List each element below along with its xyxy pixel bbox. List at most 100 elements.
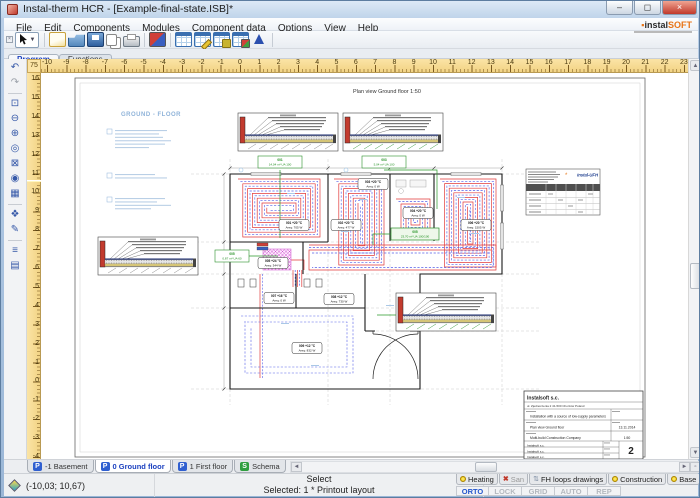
room-label-008[interactable]: 008 +12 °CAreq: 730 W: [324, 294, 354, 305]
room-label-002[interactable]: 002 +20 °CAreq: 477 W: [331, 220, 361, 231]
ruler-number: 3: [290, 59, 306, 66]
sheet-tab-schema[interactable]: SSchema: [234, 460, 286, 473]
select-tool-button[interactable]: ▼: [15, 32, 39, 48]
title-bar[interactable]: Instal-therm HCR - [Example-final-state.…: [1, 1, 700, 18]
horizontal-scrollbar[interactable]: ◄ ► ▫: [290, 461, 700, 473]
section-label[interactable]: 00114,04 m² UA 100: [258, 156, 302, 168]
section-label[interactable]: 0050,87 m² UA 60: [215, 250, 249, 262]
status-mode: Select: [155, 474, 483, 485]
room-id-temp: 007 +16 °C: [271, 294, 288, 298]
ruler-number: -1: [213, 59, 229, 66]
sheet-tab-0-ground-floor[interactable]: P0 Ground floor: [95, 460, 171, 473]
toggle-grid[interactable]: GRID: [522, 486, 555, 496]
sheet-title: Plan view Ground floor 1:50: [353, 89, 421, 95]
room-label-004[interactable]: 004 +20 °CAreq: 0 W: [403, 208, 433, 219]
selected-zone-label[interactable]: 00523,70 m² UA 100/100: [391, 228, 439, 240]
close-button[interactable]: ×: [662, 1, 697, 15]
layer-list-icon[interactable]: ≡: [6, 244, 24, 258]
sheet-tab-1-first-floor[interactable]: P1 First floor: [172, 460, 234, 473]
section-detail-2: [343, 113, 443, 151]
ruler-number: -5: [136, 59, 152, 66]
ribbon-tabs: ProgramFunctions: [4, 49, 698, 59]
layer-tab-label: FH loops drawings: [541, 475, 603, 484]
room-id-temp: 002 +20 °C: [338, 221, 355, 225]
zoom-out-icon[interactable]: ⊖: [6, 112, 24, 126]
vertical-scroll-thumb[interactable]: [690, 263, 700, 289]
layer-tab-fh-loops-drawings[interactable]: ⇅FH loops drawings: [529, 474, 607, 485]
zone-area: 23,70 m² UA 100/100: [401, 235, 430, 239]
manifold-table: * instal-UFH: [526, 169, 600, 215]
toggle-orto[interactable]: ORTO: [456, 486, 489, 496]
diagnostics-icon[interactable]: [251, 32, 268, 47]
cursor-arrow-icon: [19, 34, 28, 45]
calculations-icon[interactable]: [213, 32, 230, 47]
minimize-button[interactable]: –: [606, 1, 633, 15]
section-detail-4: [396, 293, 496, 331]
results-icon[interactable]: [232, 32, 249, 47]
ruler-number: -3: [174, 59, 190, 66]
zoom-selection-icon[interactable]: ◉: [6, 172, 24, 186]
ruler-number: 5: [27, 283, 39, 290]
section-label[interactable]: 0035,04 m² UA 100: [362, 156, 406, 168]
drawing-canvas[interactable]: Plan view Ground floor 1:50 GROUND - FLO…: [41, 73, 688, 459]
instalsoft-logo: ▪instalSOFT: [634, 19, 692, 33]
edit-data-icon[interactable]: [194, 32, 211, 47]
chevron-down-icon: ▼: [30, 37, 36, 43]
sheet-tab-row: P-1 BasementP0 Ground floorP1 First floo…: [4, 459, 698, 473]
room-area: Areq: 344 W: [265, 264, 282, 268]
tb-sheet-number: 2: [628, 446, 634, 457]
scroll-down-icon[interactable]: ▼: [690, 447, 700, 458]
copy-icon[interactable]: [106, 34, 117, 46]
room-area: Areq: 705 W: [286, 226, 303, 230]
room-label-001[interactable]: 001 +20 °CAreq: 705 W: [279, 220, 309, 231]
room-label-003[interactable]: 003 +20 °CAreq: 0 W: [358, 179, 388, 190]
ruler-number: 1: [27, 359, 39, 366]
room-label-005[interactable]: 005 +24 °CAreq: 344 W: [258, 258, 288, 269]
layer-tab-construction[interactable]: Construction: [608, 474, 666, 485]
toggle-lock[interactable]: LOCK: [489, 486, 522, 496]
toggle-rep[interactable]: REP: [588, 486, 621, 496]
sheet-icon: P: [101, 462, 110, 471]
vertical-scrollbar[interactable]: ▲ ▼: [688, 59, 700, 459]
ruler-number: 11: [444, 59, 460, 66]
sheet-list-icon[interactable]: ▤: [6, 259, 24, 273]
section-detail-1: [238, 113, 338, 151]
section-area: 0,87 m² UA 60: [222, 257, 242, 261]
zoom-in-icon[interactable]: ⊕: [6, 127, 24, 141]
undo-icon[interactable]: ↶: [6, 61, 24, 75]
save-icon[interactable]: [87, 32, 104, 47]
layer-tab-san[interactable]: ✖San: [499, 474, 528, 485]
scroll-corner-button[interactable]: ▫: [690, 462, 700, 472]
x-icon: ✖: [503, 475, 509, 483]
layer-tab-base[interactable]: Base: [667, 474, 700, 485]
room-id-temp: 003 +20 °C: [365, 180, 382, 184]
layer-tab-heating[interactable]: Heating: [456, 474, 498, 485]
print-icon[interactable]: [123, 36, 140, 47]
horizontal-scroll-thumb[interactable]: [475, 462, 497, 472]
layer-tab-label: Heating: [468, 475, 494, 484]
toggle-auto[interactable]: AUTO: [555, 486, 588, 496]
open-icon[interactable]: [68, 32, 85, 47]
layer-tab-label: Construction: [620, 475, 662, 484]
scroll-right-icon[interactable]: ►: [679, 462, 690, 472]
sheet-tab--1-basement[interactable]: P-1 Basement: [27, 460, 94, 473]
client-area: FileEditComponentsModulesComponent dataO…: [4, 18, 698, 496]
maximize-button[interactable]: ◻: [634, 1, 661, 15]
zone-id: 005: [412, 230, 418, 234]
toolbar-collapse-icon[interactable]: ×: [6, 36, 13, 43]
scroll-left-icon[interactable]: ◄: [291, 462, 302, 472]
draw-icon[interactable]: ✎: [6, 223, 24, 237]
table-view-icon[interactable]: ▦: [6, 187, 24, 201]
scroll-up-icon[interactable]: ▲: [690, 60, 700, 71]
project-options-icon[interactable]: [149, 32, 166, 47]
room-label-009[interactable]: 009 +12 °CAreq: 832 W: [292, 343, 322, 354]
pan-icon[interactable]: ❖: [6, 208, 24, 222]
zoom-window-icon[interactable]: ⊡: [6, 97, 24, 111]
data-table-icon[interactable]: [175, 32, 192, 47]
redo-icon[interactable]: ↷: [6, 76, 24, 90]
room-label-006[interactable]: 006 +20 °CAreq: 1505 W: [461, 220, 491, 231]
zoom-all-icon[interactable]: ⊠: [6, 157, 24, 171]
new-file-icon[interactable]: [49, 32, 66, 47]
room-label-007[interactable]: 007 +16 °CAreq: 0 W: [264, 293, 294, 304]
zoom-previous-icon[interactable]: ◎: [6, 142, 24, 156]
